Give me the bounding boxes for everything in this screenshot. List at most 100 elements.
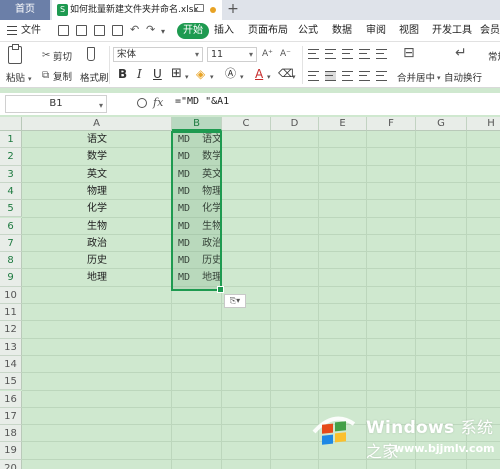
name-box[interactable]: B1 ▾ [5, 95, 107, 113]
new-tab-button[interactable]: + [226, 0, 240, 20]
borders-icon[interactable]: ⊞ [171, 67, 182, 81]
shrink-font-button[interactable]: A⁻ [280, 48, 291, 60]
hamburger-icon[interactable] [7, 26, 17, 35]
menu-data[interactable]: 数据 [332, 20, 352, 42]
paste-dropdown-icon[interactable]: ▾ [28, 73, 32, 85]
column-header-b[interactable]: B [172, 117, 222, 131]
format-painter-button[interactable]: 格式刷 [80, 70, 109, 84]
wrap-text-icon[interactable]: ↵ [455, 46, 467, 60]
column-header-g[interactable]: G [416, 117, 467, 131]
copy-button[interactable]: 复制 [53, 69, 72, 83]
menu-formulas[interactable]: 公式 [298, 20, 318, 42]
font-name-select[interactable]: 宋体 ▾ [113, 47, 203, 62]
merge-center-button[interactable]: 合并居中 [397, 70, 435, 84]
row-header-14[interactable]: 14 [0, 355, 22, 374]
cell-a7[interactable]: 政治 [22, 235, 172, 252]
paste-options-button[interactable]: ⎘▾ [224, 294, 246, 308]
quick-access-dropdown-icon[interactable]: ▾ [161, 26, 165, 38]
wrap-text-button[interactable]: 自动换行 [444, 70, 482, 84]
menu-start[interactable]: 开始 [177, 23, 209, 39]
column-header-d[interactable]: D [271, 117, 319, 131]
chevron-down-icon[interactable]: ▾ [185, 71, 189, 83]
row-header-5[interactable]: 5 [0, 200, 22, 218]
align-top-icon[interactable] [308, 49, 319, 59]
row-header-18[interactable]: 18 [0, 425, 22, 443]
paste-icon[interactable] [8, 44, 22, 64]
column-header-f[interactable]: F [367, 117, 416, 131]
row-header-20[interactable]: 20 [0, 459, 22, 469]
export-icon[interactable] [76, 25, 87, 36]
paste-button[interactable]: 粘贴 [6, 70, 25, 84]
cell-a6[interactable]: 生物 [22, 218, 172, 235]
row-header-2[interactable]: 2 [0, 148, 22, 166]
column-header-c[interactable]: C [222, 117, 271, 131]
fx-icon[interactable]: fx [153, 96, 163, 109]
cell-a8[interactable]: 历史 [22, 252, 172, 269]
chevron-down-icon[interactable]: ▾ [210, 71, 214, 83]
distributed-icon[interactable] [376, 71, 387, 81]
copy-icon[interactable]: ⧉ [42, 70, 49, 82]
row-header-17[interactable]: 17 [0, 407, 22, 426]
merge-center-icon[interactable]: ⊟ [403, 46, 415, 60]
align-center-icon[interactable] [325, 71, 336, 81]
monitor-icon[interactable] [194, 4, 204, 12]
row-header-12[interactable]: 12 [0, 321, 22, 339]
column-header-e[interactable]: E [319, 117, 367, 131]
print-icon[interactable] [94, 25, 105, 36]
row-header-6[interactable]: 6 [0, 217, 22, 235]
row-header-4[interactable]: 4 [0, 182, 22, 201]
italic-button[interactable]: I [137, 67, 142, 81]
font-color-button[interactable]: A [255, 67, 263, 81]
redo-icon[interactable]: ↷ [146, 24, 155, 36]
column-header-a[interactable]: A [22, 117, 172, 131]
tab-document[interactable]: S 如何批量新建文件夹并命名.xlsx [52, 0, 222, 20]
zoom-icon[interactable] [137, 98, 147, 108]
menu-member[interactable]: 会员 [480, 20, 500, 42]
justify-icon[interactable] [359, 71, 370, 81]
underline-button[interactable]: U [153, 67, 162, 81]
row-header-1[interactable]: 1 [0, 131, 22, 149]
align-middle-icon[interactable] [325, 49, 336, 59]
cell-a3[interactable]: 英文 [22, 166, 172, 183]
chevron-down-icon[interactable]: ▾ [240, 71, 244, 83]
selection-range[interactable] [171, 131, 224, 293]
format-painter-icon[interactable] [87, 47, 95, 61]
row-header-7[interactable]: 7 [0, 234, 22, 253]
save-icon[interactable] [58, 25, 69, 36]
row-header-10[interactable]: 10 [0, 286, 22, 304]
text-effects-icon[interactable]: Ⓐ [225, 67, 236, 81]
align-bottom-icon[interactable] [342, 49, 353, 59]
chevron-down-icon[interactable]: ▾ [437, 72, 441, 84]
cell-a5[interactable]: 化学 [22, 200, 172, 217]
align-left-icon[interactable] [308, 71, 319, 81]
cell-a9[interactable]: 地理 [22, 269, 172, 286]
cut-button[interactable]: 剪切 [53, 49, 72, 63]
wrap-distribute-icon[interactable] [359, 49, 370, 59]
row-header-16[interactable]: 16 [0, 390, 22, 408]
row-header-3[interactable]: 3 [0, 165, 22, 183]
row-header-9[interactable]: 9 [0, 269, 22, 287]
chevron-down-icon[interactable]: ▾ [292, 71, 296, 83]
menu-review[interactable]: 审阅 [366, 20, 386, 42]
select-all-corner[interactable] [0, 117, 22, 131]
tab-home[interactable]: 首页 [0, 0, 50, 20]
menu-developer[interactable]: 开发工具 [432, 20, 472, 42]
cell-a1[interactable]: 语文 [22, 131, 172, 148]
menu-file[interactable]: 文件 [21, 20, 41, 42]
chevron-down-icon[interactable]: ▾ [267, 71, 271, 83]
preview-icon[interactable] [112, 25, 123, 36]
undo-icon[interactable]: ↶ [130, 24, 139, 36]
column-header-h[interactable]: H [467, 117, 500, 131]
menu-page-layout[interactable]: 页面布局 [248, 20, 288, 42]
row-header-8[interactable]: 8 [0, 252, 22, 270]
number-format-select[interactable]: 常规 [488, 49, 500, 63]
align-right-icon[interactable] [342, 71, 353, 81]
font-size-select[interactable]: 11 ▾ [207, 47, 257, 62]
indent-icon[interactable] [376, 49, 387, 59]
scissors-icon[interactable]: ✂ [42, 50, 50, 62]
menu-insert[interactable]: 插入 [214, 20, 234, 42]
row-header-11[interactable]: 11 [0, 304, 22, 322]
cell-a2[interactable]: 数学 [22, 148, 172, 165]
row-header-19[interactable]: 19 [0, 442, 22, 460]
row-header-15[interactable]: 15 [0, 373, 22, 391]
